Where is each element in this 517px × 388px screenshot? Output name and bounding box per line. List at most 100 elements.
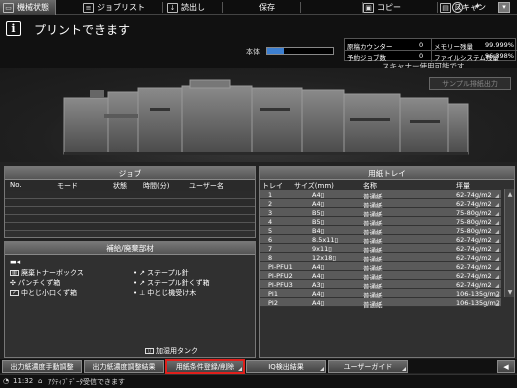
- tray-row[interactable]: PI-PFU3 A3▯ 普通紙 62-74g/m2: [260, 280, 501, 291]
- tray-size: B4▯: [312, 226, 325, 235]
- tray-row[interactable]: PI2 A4▯ 普通紙 106-135g/m2: [260, 298, 501, 309]
- consumable-item: ▯ 加湿用タンク: [145, 346, 198, 356]
- list-item[interactable]: [5, 191, 255, 199]
- col-header: 状態: [113, 182, 127, 190]
- tab-recall[interactable]: ↓ 読出し: [164, 0, 224, 15]
- scroll-left-button[interactable]: ◀: [497, 360, 515, 373]
- button-label: 用紙条件登録/削除: [175, 362, 235, 371]
- tray-size: A4▯: [312, 190, 325, 199]
- col-header: モード: [57, 182, 78, 190]
- tray-detail-marker: [495, 239, 499, 243]
- consumable-label: パンチくず箱: [17, 279, 61, 287]
- corner-marker: [238, 367, 242, 371]
- tray-row[interactable]: 5 B4▯ 普通紙 75-80g/m2: [260, 226, 501, 237]
- list-item[interactable]: [5, 207, 255, 215]
- tab-copy[interactable]: ▣ コピー: [360, 0, 406, 15]
- scroll-down-icon[interactable]: ▼: [506, 288, 514, 296]
- tray-id: PI2: [268, 298, 278, 307]
- consumable-item: • ↗ ステープル針: [133, 268, 189, 278]
- tray-detail-marker: [495, 203, 499, 207]
- tray-table-header: トレイ サイズ(mm) 名称 坪量: [260, 180, 501, 190]
- bullet: •: [133, 279, 138, 287]
- list-item[interactable]: [5, 215, 255, 223]
- tray-row[interactable]: 6 8.5x11▯ 普通紙 62-74g/m2: [260, 235, 501, 246]
- consumable-label: ステープル針: [147, 269, 189, 277]
- tab-label: 機械状態: [17, 3, 49, 12]
- tab-job-list[interactable]: ≡ ジョブリスト: [80, 0, 156, 15]
- toner-gauge-fill: [267, 48, 284, 54]
- paper-weight: 106-135g/m2: [456, 298, 500, 307]
- corner-marker: [320, 367, 324, 371]
- tray-id: 7: [268, 244, 273, 253]
- tab-scan[interactable]: ▤ スキャン: [437, 0, 493, 15]
- tray-row[interactable]: PI-PFU1 A4▯ 普通紙 62-74g/m2: [260, 262, 501, 273]
- tray-scrollbar[interactable]: ▲ ▼: [504, 189, 514, 297]
- tab-machine-status[interactable]: ▭ 機械状態: [0, 0, 56, 15]
- density-adjust-result-button[interactable]: 出力紙濃度調整結果: [84, 360, 164, 373]
- consumable-label: 中とじ機受け木: [147, 289, 197, 297]
- paper-weight: 62-74g/m2: [456, 190, 492, 199]
- tray-detail-marker: [495, 275, 499, 279]
- button-label: 出力紙濃度調整結果: [92, 362, 156, 371]
- tab-bar: ▭ 機械状態 ≡ ジョブリスト ↓ 読出し 保存 ▣ コピー ▤ スキャン ◎ …: [0, 0, 517, 15]
- paper-tray-panel: 用紙トレイ トレイ サイズ(mm) 名称 坪量 1 A4▯ 普通紙 62-74g/m2…: [259, 166, 515, 358]
- clock-icon: ◔: [3, 377, 10, 385]
- tray-row[interactable]: 7 9x11▯ 普通紙 62-74g/m2: [260, 244, 501, 255]
- bullet: •: [133, 269, 138, 277]
- scroll-up-icon[interactable]: ▲: [506, 190, 514, 198]
- settings-icon[interactable]: ✦: [472, 2, 483, 13]
- tray-id: 5: [268, 226, 273, 235]
- tray-row[interactable]: 8 12x18▯ 普通紙 62-74g/m2: [260, 253, 501, 264]
- reserve-job-label: 予約ジョブ数: [347, 54, 386, 62]
- tray-detail-marker: [495, 302, 499, 306]
- tray-row[interactable]: 1 A4▯ 普通紙 62-74g/m2: [260, 190, 501, 201]
- memory-value: 99.999%: [485, 41, 514, 49]
- globe-icon[interactable]: ◎: [452, 2, 463, 13]
- iq-detect-result-button[interactable]: IQ検出結果: [246, 360, 326, 373]
- tray-detail-marker: [495, 257, 499, 261]
- consumable-item: ✓ 中とじ小口くず箱: [10, 288, 77, 298]
- tray-detail-marker: [495, 230, 499, 234]
- list-item[interactable]: [5, 223, 255, 231]
- paper-weight: 75-80g/m2: [456, 217, 492, 226]
- sample-output-button[interactable]: サンプル排紙出力: [429, 77, 511, 90]
- counter-row: 原稿カウンター 0 メモリー残量 99.999%: [345, 39, 517, 51]
- tab-label: 保存: [259, 3, 275, 12]
- tray-size: 12x18▯: [312, 253, 336, 262]
- user-guide-button[interactable]: ユーザーガイド: [328, 360, 408, 373]
- tray-id: 4: [268, 217, 273, 226]
- counter-row: 予約ジョブ数 0 ファイルシステム残量 96.398%: [345, 50, 517, 62]
- punch-waste-icon: ✣: [10, 279, 16, 287]
- tray-row[interactable]: PI-PFU2 A4▯ 普通紙 62-74g/m2: [260, 271, 501, 282]
- col-header: No.: [10, 181, 22, 189]
- tray-row[interactable]: PI1 A4▯ 普通紙 106-135g/m2: [260, 289, 501, 300]
- staple-icon: ↗: [139, 269, 146, 277]
- job-table-header: No. モード 状態 時間(分) ユーザー名: [5, 180, 255, 191]
- tray-row[interactable]: 2 A4▯ 普通紙 62-74g/m2: [260, 199, 501, 210]
- divider: [162, 2, 163, 13]
- consumable-label: 廃棄トナーボックス: [21, 269, 84, 277]
- divider: [437, 2, 438, 13]
- saddle-icon: ⊥: [139, 289, 146, 297]
- machine-status-screen: ▭ 機械状態 ≡ ジョブリスト ↓ 読出し 保存 ▣ コピー ▤ スキャン ◎ …: [0, 0, 517, 388]
- toner-label: 本体: [246, 48, 260, 56]
- tray-id: 6: [268, 235, 273, 244]
- tab-save[interactable]: 保存: [256, 0, 296, 15]
- consumables-panel: 補給/廃棄部材 ▬◂ ▥ 廃棄トナーボックス ✣ パンチくず箱 ✓ 中とじ小口く…: [4, 241, 256, 358]
- status-message: プリントできます: [34, 23, 131, 37]
- tray-row[interactable]: 3 B5▯ 普通紙 75-80g/m2: [260, 208, 501, 219]
- paper-weight: 106-135g/m2: [456, 289, 500, 298]
- tray-size: 9x11▯: [312, 244, 332, 253]
- tray-panel-title: 用紙トレイ: [260, 167, 514, 180]
- consumable-item: ▬◂: [10, 258, 20, 266]
- consumable-item: • ↗ ステープル針くず箱: [133, 278, 210, 288]
- tray-row[interactable]: 4 B5▯ 普通紙 75-80g/m2: [260, 217, 501, 228]
- minimize-icon[interactable]: ▾: [498, 2, 510, 13]
- tray-id: 3: [268, 208, 273, 217]
- job-list[interactable]: [5, 191, 255, 231]
- paper-weight: 62-74g/m2: [456, 262, 492, 271]
- paper-setting-register-button[interactable]: 用紙条件登録/削除: [165, 359, 245, 374]
- job-panel: ジョブ No. モード 状態 時間(分) ユーザー名: [4, 166, 256, 238]
- list-item[interactable]: [5, 199, 255, 207]
- manual-density-adjust-button[interactable]: 出力紙濃度手動調整: [2, 360, 82, 373]
